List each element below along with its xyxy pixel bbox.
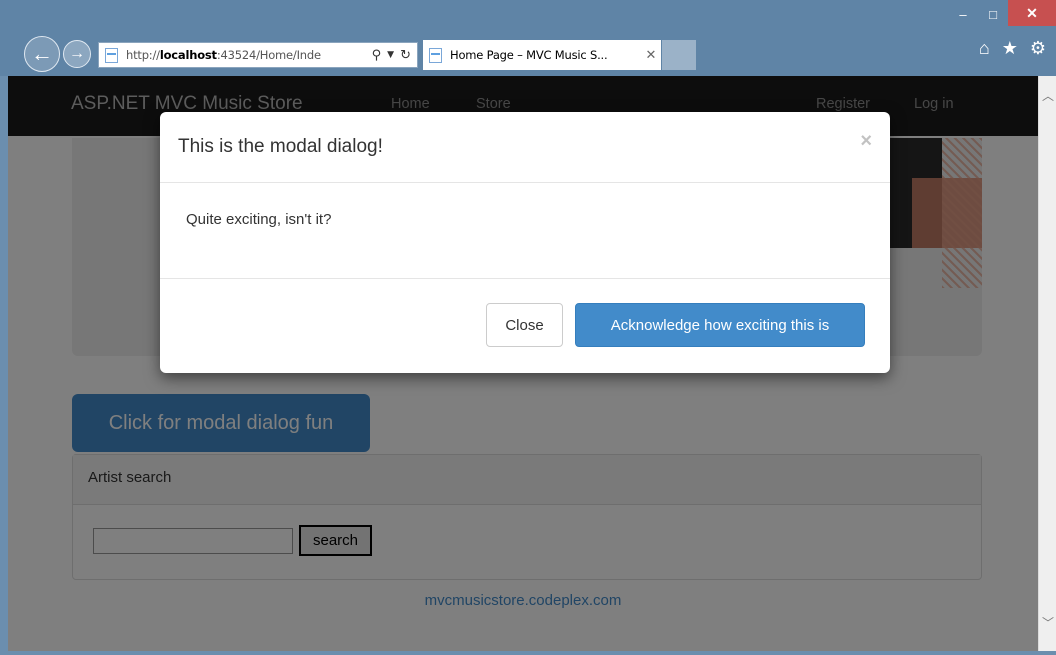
favorites-star-icon[interactable]: ★ [1002,38,1018,59]
modal-title: This is the modal dialog! [178,136,383,157]
acknowledge-button[interactable]: Acknowledge how exciting this is [575,303,865,347]
page-viewport: ASP.NET MVC Music Store Home Store Regis… [8,76,1038,651]
address-url[interactable]: http://localhost:43524/Home/Inde [126,48,366,62]
browser-chrome: – □ ✕ ← → http://localhost:43524/Home/In… [0,0,1056,76]
chevron-down-icon[interactable]: ﹀ [1039,613,1056,631]
address-bar[interactable]: http://localhost:43524/Home/Inde ⚲ ▼ ↻ [98,42,418,68]
modal-close-button[interactable]: Close [486,303,563,347]
window-close-button[interactable]: ✕ [1008,0,1056,26]
vertical-scrollbar[interactable]: ︿ ﹀ [1038,76,1056,651]
search-icon[interactable]: ⚲ [372,48,382,63]
modal-dialog: This is the modal dialog! × Quite exciti… [160,112,890,373]
forward-button[interactable]: → [63,40,91,68]
chevron-up-icon[interactable]: ︿ [1039,86,1056,104]
back-button[interactable]: ← [24,36,60,72]
settings-gear-icon[interactable]: ⚙ [1030,38,1046,59]
close-icon[interactable]: × [860,130,872,153]
arrow-left-icon: ← [31,41,53,66]
modal-header: This is the modal dialog! × [160,112,890,183]
arrow-right-icon: → [69,45,85,62]
tab-title: Home Page – MVC Music S... [450,48,608,62]
dropdown-arrow-icon[interactable]: ▼ [387,50,394,60]
modal-body: Quite exciting, isn't it? [160,183,890,279]
home-icon[interactable]: ⌂ [979,38,990,59]
tab-home-page[interactable]: Home Page – MVC Music S... ✕ [423,40,661,70]
tab-close-icon[interactable]: ✕ [641,48,661,63]
maximize-button[interactable]: □ [978,0,1008,28]
modal-footer: Close Acknowledge how exciting this is [160,279,890,372]
tab-favicon-icon [429,47,442,63]
refresh-icon[interactable]: ↻ [400,48,411,63]
new-tab-button[interactable] [662,40,696,70]
page-favicon-icon [105,47,118,63]
minimize-button[interactable]: – [948,0,978,28]
